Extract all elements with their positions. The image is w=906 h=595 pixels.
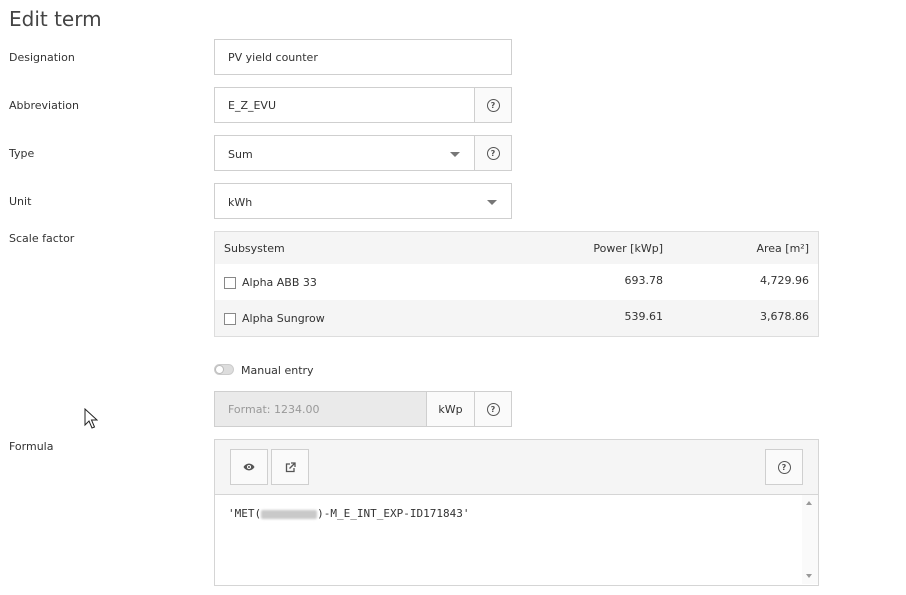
row-power: 693.78 xyxy=(624,274,664,287)
preview-button[interactable] xyxy=(230,449,268,485)
type-value: Sum xyxy=(228,148,253,161)
question-circle-icon: ? xyxy=(777,460,791,474)
abbreviation-label: Abbreviation xyxy=(9,99,79,112)
row-subsystem-name: Alpha Sungrow xyxy=(242,312,325,325)
manual-entry-unit: kWp xyxy=(426,391,475,427)
header-area: Area [m²] xyxy=(756,242,809,255)
unit-select[interactable]: kWh xyxy=(214,183,512,219)
abbreviation-help-button[interactable]: ? xyxy=(474,87,512,123)
row-checkbox[interactable] xyxy=(224,313,236,325)
unit-value: kWh xyxy=(228,196,253,209)
formula-text: 'MET( )-M_E_INT_EXP-ID171843' xyxy=(228,507,469,520)
table-row[interactable]: Alpha ABB 33 693.78 4,729.96 xyxy=(215,264,818,300)
header-subsystem: Subsystem xyxy=(224,242,285,255)
designation-label: Designation xyxy=(9,51,75,64)
eye-icon xyxy=(243,463,255,471)
row-power: 539.61 xyxy=(624,310,664,323)
row-subsystem-name: Alpha ABB 33 xyxy=(242,276,317,289)
header-power: Power [kWp] xyxy=(593,242,663,255)
formula-prefix: 'MET( xyxy=(228,507,262,520)
formula-toolbar: ? xyxy=(214,439,819,495)
row-area: 4,729.96 xyxy=(760,274,809,287)
caret-down-icon xyxy=(450,152,460,157)
formula-label: Formula xyxy=(9,440,54,453)
designation-value: PV yield counter xyxy=(228,51,318,64)
row-checkbox[interactable] xyxy=(224,277,236,289)
scale-factor-label: Scale factor xyxy=(9,232,75,245)
abbreviation-input[interactable]: E_Z_EVU xyxy=(214,87,475,123)
formula-suffix: )-M_E_INT_EXP-ID171843' xyxy=(317,507,470,520)
manual-entry-input[interactable]: Format: 1234.00 xyxy=(214,391,427,427)
question-circle-icon: ? xyxy=(486,98,500,112)
manual-entry-toggle[interactable] xyxy=(214,364,234,375)
mouse-cursor-icon xyxy=(84,408,98,429)
page-title: Edit term xyxy=(9,7,102,31)
toggle-knob xyxy=(215,365,224,374)
open-external-button[interactable] xyxy=(271,449,309,485)
question-circle-icon: ? xyxy=(486,146,500,160)
unit-label: Unit xyxy=(9,195,32,208)
caret-down-icon xyxy=(487,200,497,205)
scroll-down-icon[interactable] xyxy=(806,574,812,578)
manual-entry-unit-text: kWp xyxy=(438,402,463,416)
question-circle-icon: ? xyxy=(486,402,500,416)
table-row[interactable]: Alpha Sungrow 539.61 3,678.86 xyxy=(215,300,818,336)
manual-entry-help-button[interactable]: ? xyxy=(474,391,512,427)
external-link-icon xyxy=(285,461,296,472)
formula-editor[interactable]: 'MET( )-M_E_INT_EXP-ID171843' xyxy=(214,495,819,586)
redacted-text xyxy=(261,509,318,519)
scroll-up-icon[interactable] xyxy=(806,501,812,505)
subsystem-table: Subsystem Power [kWp] Area [m²] Alpha AB… xyxy=(214,231,819,337)
manual-entry-label: Manual entry xyxy=(241,364,314,377)
abbreviation-value: E_Z_EVU xyxy=(228,99,277,112)
table-header: Subsystem Power [kWp] Area [m²] xyxy=(215,232,818,264)
manual-entry-placeholder: Format: 1234.00 xyxy=(228,403,320,416)
type-label: Type xyxy=(9,147,35,160)
row-area: 3,678.86 xyxy=(760,310,809,323)
type-help-button[interactable]: ? xyxy=(474,135,512,171)
formula-scrollbar[interactable] xyxy=(802,495,818,584)
type-select[interactable]: Sum xyxy=(214,135,475,171)
designation-input[interactable]: PV yield counter xyxy=(214,39,512,75)
formula-help-button[interactable]: ? xyxy=(765,449,803,485)
